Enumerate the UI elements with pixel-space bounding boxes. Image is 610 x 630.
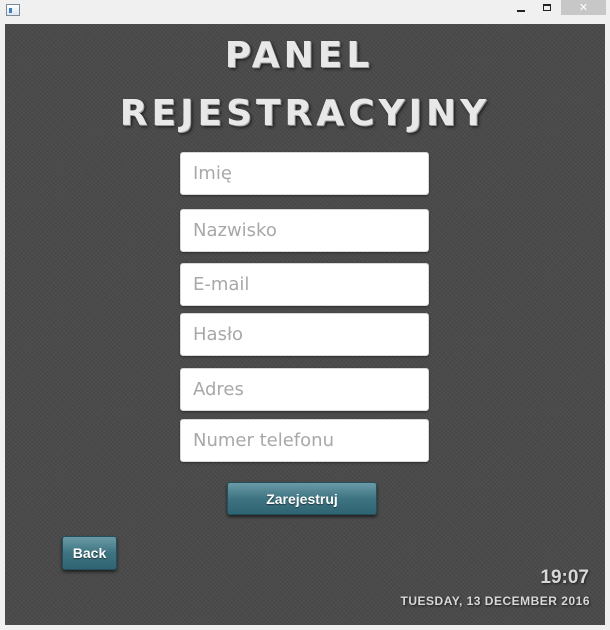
maximize-icon — [543, 4, 551, 11]
clock-time: 19:07 — [540, 567, 589, 588]
page-title-line-1: PANEL — [224, 35, 374, 76]
email-field[interactable] — [180, 263, 429, 306]
back-button[interactable]: Back — [62, 536, 117, 570]
register-button[interactable]: Zarejestruj — [227, 482, 377, 515]
close-icon: ✕ — [578, 1, 589, 14]
last-name-field[interactable] — [180, 209, 429, 252]
title-bar[interactable]: ✕ — [0, 0, 610, 24]
application-window: ✕ PANEL REJESTRACYJNY Zarejestruj Back 1… — [0, 0, 610, 630]
address-field[interactable] — [180, 368, 429, 411]
page-title-line-2: REJESTRACYJNY — [119, 93, 491, 134]
minimize-button[interactable] — [508, 0, 534, 15]
maximize-button[interactable] — [534, 0, 560, 15]
first-name-field[interactable] — [180, 152, 429, 195]
clock-date: TUESDAY, 13 DECEMBER 2016 — [400, 594, 590, 608]
minimize-icon — [517, 9, 525, 12]
app-window-icon — [6, 4, 20, 16]
close-button[interactable]: ✕ — [561, 0, 606, 15]
registration-panel: PANEL REJESTRACYJNY Zarejestruj Back 19:… — [5, 24, 605, 625]
phone-number-field[interactable] — [180, 419, 429, 462]
password-field[interactable] — [180, 313, 429, 356]
